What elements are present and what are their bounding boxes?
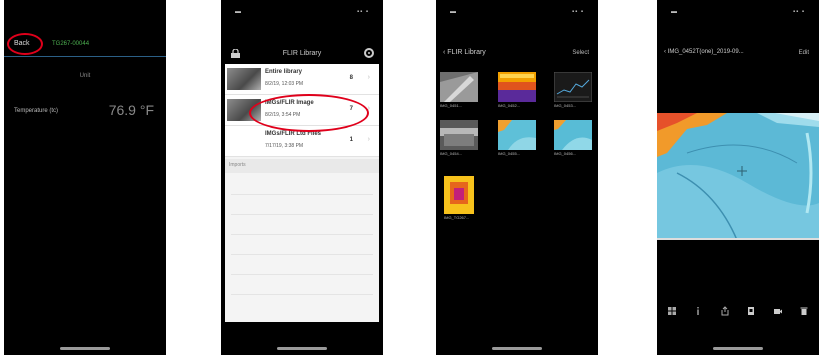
thermal-thumbnail: [498, 120, 536, 150]
signal-icon: ▪▪ ▪: [356, 9, 369, 15]
report-icon[interactable]: [746, 306, 756, 316]
thermal-thumbnail: [444, 176, 474, 214]
chart-thumbnail: [553, 71, 593, 103]
status-bar: ▬ ▪▪ ▪: [657, 0, 819, 24]
divider: [231, 254, 373, 255]
screen-device-settings: Back TG267-00044 Unit Temperature (tc) 7…: [4, 0, 166, 355]
thumbnail-caption: IMG_0451...: [440, 103, 463, 108]
info-icon[interactable]: [693, 306, 703, 316]
select-button[interactable]: Select: [572, 50, 589, 56]
image-toolbar: [667, 304, 809, 318]
chevron-right-icon: ›: [367, 136, 370, 143]
divider: [231, 214, 373, 215]
thumbnail-caption: IMG_0453...: [554, 103, 577, 108]
nav-bar: ‹ FLIR Library Select: [436, 46, 598, 64]
thumbnail-caption: IMG_0455...: [498, 151, 521, 156]
highlight-circle: [249, 94, 369, 132]
gallery-thumbnail[interactable]: IMG_0455...: [498, 120, 536, 156]
thermal-thumbnail: [498, 72, 536, 102]
album-title: Entire library: [265, 69, 303, 75]
back-label: FLIR Library: [447, 49, 486, 56]
back-button[interactable]: ‹ FLIR Library: [443, 49, 486, 56]
nav-bar: Back TG267-00044: [4, 33, 166, 55]
home-indicator[interactable]: [60, 347, 110, 350]
album-date: 8/2/19, 12:03 PM: [265, 81, 304, 87]
gallery-thumbnail[interactable]: IMG_0453...: [553, 71, 593, 108]
nav-bar: ‹ IMG_0452T(one)_2019-09... Edit: [657, 46, 819, 64]
image-scrubber[interactable]: [657, 238, 819, 240]
status-time: ▬: [450, 9, 456, 15]
signal-icon: ▪▪ ▪: [571, 9, 584, 15]
home-indicator[interactable]: [713, 347, 763, 350]
edit-button[interactable]: Edit: [799, 50, 809, 56]
gallery-thumbnail[interactable]: IMG_0456...: [554, 120, 592, 156]
status-bar: [4, 0, 166, 24]
divider: [231, 194, 373, 195]
highlight-circle: [7, 33, 43, 55]
chevron-right-icon: ›: [367, 74, 370, 81]
list-item[interactable]: Entire library 8/2/19, 12:03 PM 8 ›: [225, 64, 379, 95]
screen-image-gallery: ▬ ▪▪ ▪ ‹ FLIR Library Select IMG_0451...…: [436, 0, 598, 355]
thermal-thumbnail: [554, 120, 592, 150]
home-indicator[interactable]: [492, 347, 542, 350]
signal-icon: ▪▪ ▪: [792, 9, 805, 15]
gallery-grid-icon[interactable]: [667, 306, 677, 316]
album-thumbnail: [227, 68, 261, 90]
status-bar: ▬ ▪▪ ▪: [436, 0, 598, 24]
library-list: Entire library 8/2/19, 12:03 PM 8 › IMGs…: [225, 64, 379, 322]
temperature-row[interactable]: Temperature (tc) 76.9 °F: [14, 100, 154, 122]
gallery-thumbnail[interactable]: IMG_0454...: [440, 120, 478, 156]
thumbnail-caption: IMG_0456...: [554, 151, 577, 156]
thumbnail-caption: IMG_0454...: [440, 151, 463, 156]
share-icon[interactable]: [720, 306, 730, 316]
status-time: ▬: [671, 9, 677, 15]
back-button[interactable]: ‹ IMG_0452T(one)_2019-09...: [664, 49, 744, 55]
temperature-value: 76.9 °F: [108, 102, 154, 118]
page-title: FLIR Library: [282, 50, 322, 57]
album-count: 8: [349, 75, 353, 81]
trash-icon[interactable]: [799, 306, 809, 316]
image-title: IMG_0452T(one)_2019-09...: [667, 49, 744, 55]
divider: [231, 294, 373, 295]
section-header: Imports: [225, 159, 379, 173]
album-date: 7/17/19, 3:38 PM: [265, 143, 304, 149]
gallery-thumbnail[interactable]: IMG_TG267...: [444, 176, 474, 220]
screen-flir-library: ▬ ▪▪ ▪ FLIR Library Entire library 8/2/1…: [221, 0, 383, 355]
screen-image-viewer: ▬ ▪▪ ▪ ‹ IMG_0452T(one)_2019-09... Edit: [657, 0, 819, 355]
section-label: Imports: [229, 162, 246, 168]
divider: [231, 234, 373, 235]
temperature-label: Temperature (tc): [14, 108, 59, 114]
status-bar: ▬ ▪▪ ▪: [221, 0, 383, 24]
thumbnail-caption: IMG_TG267...: [444, 215, 470, 220]
thermal-image-canvas: [657, 113, 819, 240]
photo-thumbnail: [440, 72, 478, 102]
section-header: Unit: [79, 73, 91, 79]
camera-video-icon[interactable]: [773, 306, 783, 316]
device-name[interactable]: TG267-00044: [52, 41, 89, 47]
divider: [4, 56, 166, 57]
thermal-image[interactable]: [657, 113, 819, 240]
status-time: ▬: [235, 9, 241, 15]
album-count: 1: [349, 137, 353, 143]
gallery-thumbnail[interactable]: IMG_0451...: [440, 72, 478, 108]
home-indicator[interactable]: [277, 347, 327, 350]
gear-icon[interactable]: [364, 48, 374, 58]
gallery-thumbnail[interactable]: IMG_0452...: [498, 72, 536, 108]
thumbnail-caption: IMG_0452...: [498, 103, 521, 108]
photo-thumbnail: [440, 120, 478, 150]
library-header: FLIR Library: [221, 46, 383, 66]
divider: [231, 274, 373, 275]
